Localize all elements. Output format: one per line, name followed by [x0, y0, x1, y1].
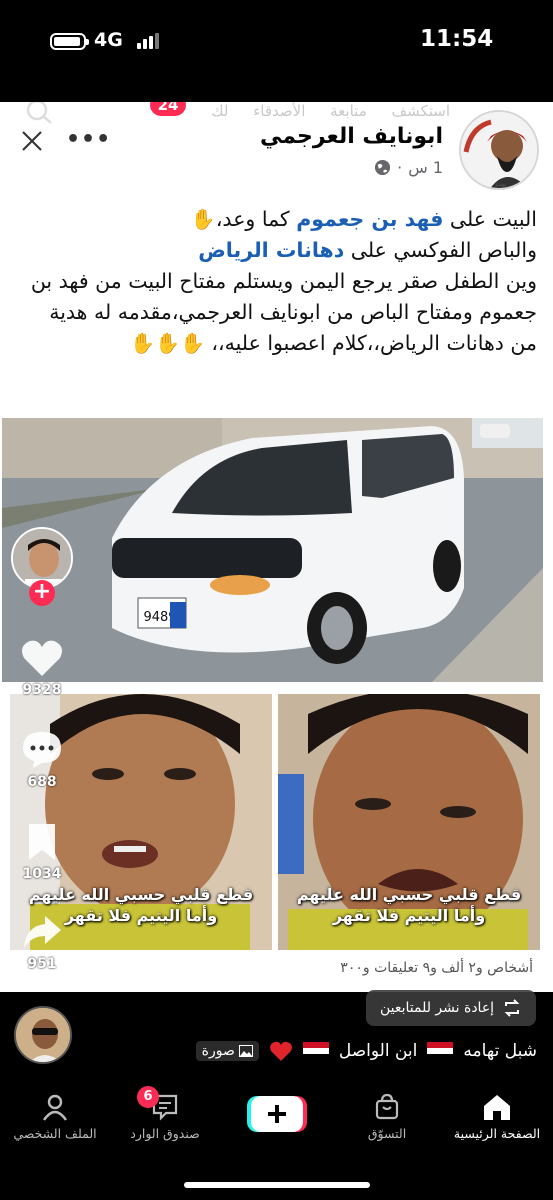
nav-profile-label: الملف الشخصي [13, 1126, 97, 1141]
post-text-segment: كما وعد، [215, 207, 297, 231]
nav-home-label: الصفحة الرئيسية [453, 1126, 541, 1141]
heart-icon [22, 640, 62, 676]
like-button[interactable]: 9328 [12, 638, 72, 698]
post-text-segment: وين الطفل صقر يرجع اليمن ويستلم مفتاح ال… [30, 269, 537, 355]
svg-text:بيت: بيت [496, 180, 507, 188]
kid-caption-line: قطع قلبي حسبي الله عليهم [296, 885, 522, 904]
meta-separator: · [397, 158, 403, 177]
kid-photo-right[interactable]: قطع قلبي حسبي الله عليهم وأما اليتيم فلا… [278, 694, 540, 950]
nav-shop[interactable]: التسوّق [332, 1092, 442, 1141]
nav-home[interactable]: الصفحة الرئيسية [442, 1092, 552, 1141]
post-meta: 1 س · [374, 158, 443, 177]
post-time: 1 س [408, 158, 443, 177]
bookmark-icon [29, 824, 55, 860]
search-icon [26, 102, 52, 124]
profile-icon [43, 1094, 67, 1121]
post-author-name[interactable]: ابونايف العرجمي [260, 124, 443, 149]
hand-emoji: ✋ [179, 331, 205, 355]
ghost-header-tabs: استكشف متابعة الأصدقاء لك [150, 102, 450, 122]
more-options-icon[interactable]: ••• [66, 127, 111, 152]
author-avatar[interactable]: بيت [459, 110, 539, 190]
shopping-bag-icon [375, 1093, 399, 1120]
nav-inbox-label: صندوق الوارد [130, 1126, 200, 1141]
kid-caption: قطع قلبي حسبي الله عليهم وأما اليتيم فلا… [278, 884, 540, 926]
car-photo[interactable]: 9489 [2, 418, 543, 682]
comment-button[interactable]: 688 [12, 730, 72, 790]
user-avatar[interactable] [14, 1006, 72, 1064]
save-count: 1034 [22, 866, 62, 882]
username[interactable]: شبل تهامه [463, 1041, 537, 1061]
follow-button[interactable]: + [29, 580, 55, 606]
comment-icon [23, 732, 61, 768]
notification-badge: 24 [150, 102, 186, 116]
close-icon[interactable] [20, 129, 44, 153]
image-icon [238, 1045, 253, 1057]
network-type: 4G [94, 29, 123, 51]
battery-tip [86, 39, 89, 45]
post-body: البيت على فهد بن جعموم كما وعد،✋ والباص … [17, 204, 537, 359]
hand-emoji: ✋ [190, 207, 216, 231]
ghost-tab: لك [211, 102, 229, 120]
ghost-tab: الأصدقاء [253, 102, 306, 120]
ghost-tab: متابعة [330, 102, 367, 120]
comment-count: 688 [27, 774, 57, 790]
photo-label: صورة [201, 1043, 235, 1059]
nav-profile[interactable]: الملف الشخصي [0, 1092, 110, 1141]
signal-icon [137, 33, 161, 49]
globe-icon [375, 159, 391, 176]
repost-icon [504, 999, 520, 1017]
create-button[interactable] [247, 1094, 307, 1134]
yemen-flag-icon [427, 1042, 454, 1060]
red-heart-icon [269, 1041, 292, 1061]
post-text-segment: البيت على [443, 207, 537, 231]
kid-caption-line: وأما اليتيم فلا تقهر [332, 906, 486, 925]
ghost-tab: استكشف [391, 102, 450, 120]
video-caption[interactable]: شبل تهامه ابن الواصل صورة [195, 1040, 537, 1062]
repost-button[interactable]: إعادة نشر للمتابعين [366, 990, 536, 1026]
share-count: 951 [27, 956, 57, 972]
status-time: 11:54 [420, 26, 494, 52]
yemen-flag-icon [302, 1042, 329, 1060]
username-secondary: ابن الواصل [338, 1041, 418, 1061]
post-card[interactable]: استكشف متابعة الأصدقاء لك 24 ••• بيت ابو… [0, 102, 553, 992]
hand-emoji: ✋ [130, 331, 156, 355]
inbox-badge: 6 [137, 1086, 159, 1108]
home-icon [484, 1095, 510, 1120]
nav-shop-label: التسوّق [367, 1126, 407, 1141]
share-icon [24, 916, 61, 948]
repost-label: إعادة نشر للمتابعين [379, 1000, 495, 1016]
photo-chip[interactable]: صورة [195, 1041, 259, 1061]
post-stats: أشخاص و٢ ألف و٩ تعليقات و٣٠٠ [340, 960, 533, 976]
kids-images: قطع قلبي حسبي الله عليهم وأما اليتيم فلا… [0, 688, 553, 988]
hand-emoji: ✋ [155, 331, 180, 355]
like-count: 9328 [22, 682, 62, 698]
battery-icon [50, 33, 86, 50]
post-text-segment: والباص الفوكسي على [344, 238, 537, 262]
mention-fahd[interactable]: فهد بن جعموم [296, 207, 443, 231]
save-button[interactable]: 1034 [12, 822, 72, 882]
status-bar: 4G 11:54 [0, 0, 553, 86]
share-button[interactable]: 951 [12, 912, 72, 972]
mention-riyadh-paints[interactable]: دهانات الرياض [198, 238, 344, 262]
nav-inbox[interactable]: صندوق الوارد [110, 1092, 220, 1141]
home-indicator [184, 1182, 370, 1188]
kid-caption-line: قطع قلبي حسبي الله عليهم [28, 885, 254, 904]
